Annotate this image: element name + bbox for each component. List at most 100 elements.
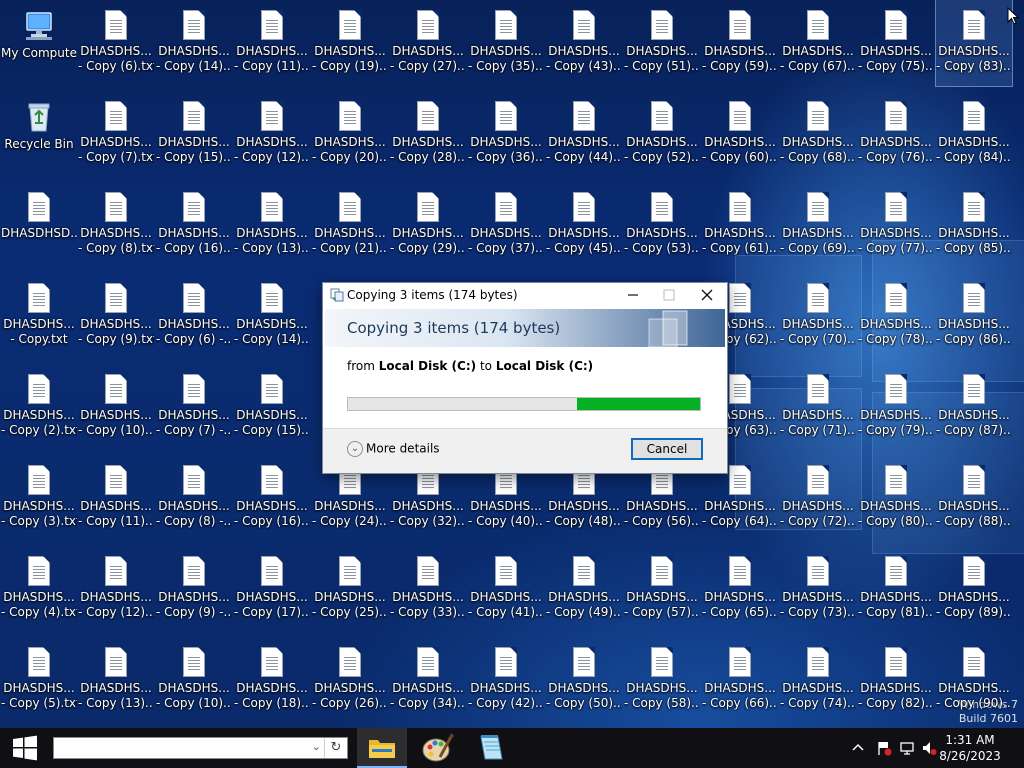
my-computer-desktop-icon[interactable]: My Computer — [1, 0, 77, 86]
chevron-up-icon[interactable] — [850, 740, 866, 756]
desktop-file-icon[interactable]: DHASDHS... - Copy (16)... — [156, 182, 232, 268]
desktop-file-icon[interactable]: DHASDHS... - Copy (7) -... — [156, 364, 232, 450]
desktop-file-icon[interactable]: DHASDHS... - Copy (14)... — [234, 273, 310, 359]
desktop-file-icon[interactable]: DHASDHS... - Copy (72)... — [780, 455, 856, 541]
desktop-file-icon[interactable]: DHASDHS... - Copy (50)... — [546, 637, 622, 723]
more-details-toggle[interactable]: ⌄ More details — [347, 441, 440, 457]
source-location[interactable]: Local Disk (C:) — [379, 359, 476, 373]
desktop-file-icon[interactable]: DHASDHS... - Copy (74)... — [780, 637, 856, 723]
desktop-file-icon[interactable]: DHASDHS... - Copy (18)... — [234, 637, 310, 723]
network-icon[interactable] — [899, 740, 915, 756]
taskbar-notepad[interactable] — [466, 728, 516, 768]
dialog-titlebar[interactable]: Copying 3 items (174 bytes) — [323, 283, 727, 307]
desktop-file-icon[interactable]: DHASDHS... - Copy (8) -... — [156, 455, 232, 541]
desktop-file-icon[interactable]: DHASDHS... - Copy (73)... — [780, 546, 856, 632]
desktop-file-icon[interactable]: DHASDHS... - Copy (58)... — [624, 637, 700, 723]
chevron-down-icon[interactable]: ⌄ — [312, 740, 321, 753]
desktop-file-icon[interactable]: DHASDHS... - Copy (8).txt — [78, 182, 154, 268]
desktop-file-icon[interactable]: DHASDHS... - Copy (85)... — [936, 182, 1012, 268]
desktop-file-icon[interactable]: DHASDHS... - Copy.txt — [1, 273, 77, 359]
desktop-file-icon[interactable]: DHASDHS... - Copy (5).txt — [1, 637, 77, 723]
desktop-file-icon[interactable]: DHASDHS... - Copy (90)... — [936, 637, 1012, 723]
start-button[interactable] — [0, 728, 50, 768]
desktop-file-icon[interactable]: DHASDHS... - Copy (43)... — [546, 0, 622, 86]
search-input[interactable] — [56, 739, 290, 757]
desktop-file-icon[interactable]: DHASDHS... - Copy (82)... — [858, 637, 934, 723]
desktop-file-icon[interactable]: DHASDHS... - Copy (80)... — [858, 455, 934, 541]
desktop-file-icon[interactable]: DHASDHS... - Copy (89)... — [936, 546, 1012, 632]
desktop-file-icon[interactable]: DHASDHS... - Copy (36)... — [468, 91, 544, 177]
desktop-file-icon[interactable]: DHASDHS... - Copy (51)... — [624, 0, 700, 86]
desktop-file-icon[interactable]: DHASDHS... - Copy (42)... — [468, 637, 544, 723]
desktop-file-icon[interactable]: DHASDHS... - Copy (2).txt — [1, 364, 77, 450]
flag-icon[interactable] — [876, 740, 892, 756]
desktop-file-icon[interactable]: DHASDHS... - Copy (69)... — [780, 182, 856, 268]
desktop-file-icon[interactable]: DHASDHS... - Copy (12)... — [234, 91, 310, 177]
maximize-button[interactable] — [651, 283, 687, 307]
desktop-file-icon[interactable]: DHASDHS... - Copy (20)... — [312, 91, 388, 177]
desktop-file-icon[interactable]: DHASDHS... - Copy (68)... — [780, 91, 856, 177]
desktop[interactable]: My Computer Recycle Bin Windows 7 Build … — [0, 0, 1024, 728]
desktop-file-icon[interactable]: DHASDHS... - Copy (86)... — [936, 273, 1012, 359]
desktop-file-icon[interactable]: DHASDHS... - Copy (6) -... — [156, 273, 232, 359]
desktop-file-icon[interactable]: DHASDHS... - Copy (9).txt — [78, 273, 154, 359]
taskbar-clock[interactable]: 1:31 AM 8/26/2023 — [938, 732, 1002, 764]
desktop-file-icon[interactable]: DHASDHS... - Copy (87)... — [936, 364, 1012, 450]
desktop-file-icon[interactable]: DHASDHS... - Copy (66)... — [702, 637, 778, 723]
desktop-file-icon[interactable]: DHASDHS... - Copy (11)... — [234, 0, 310, 86]
desktop-file-icon[interactable]: DHASDHS... - Copy (6).txt — [78, 0, 154, 86]
desktop-file-icon[interactable]: DHASDHS... - Copy (67)... — [780, 0, 856, 86]
desktop-file-icon[interactable]: DHASDHS... - Copy (10)... — [156, 637, 232, 723]
desktop-file-icon[interactable]: DHASDHS... - Copy (59)... — [702, 0, 778, 86]
refresh-icon[interactable]: ↻ — [324, 738, 347, 758]
desktop-file-icon[interactable]: DHASDHS... - Copy (9) -... — [156, 546, 232, 632]
desktop-file-icon[interactable]: DHASDHS... - Copy (52)... — [624, 91, 700, 177]
desktop-file-icon[interactable]: DHASDHS... - Copy (57)... — [624, 546, 700, 632]
desktop-file-icon[interactable]: DHASDHS... - Copy (53)... — [624, 182, 700, 268]
desktop-file-icon[interactable]: DHASDHS... - Copy (79)... — [858, 364, 934, 450]
desktop-file-icon[interactable]: DHASDHS... - Copy (75)... — [858, 0, 934, 86]
volume-icon[interactable] — [921, 740, 937, 756]
desktop-file-icon[interactable]: DHASDHS... - Copy (60)... — [702, 91, 778, 177]
desktop-file-icon[interactable]: DHASDHS... - Copy (16)... — [234, 455, 310, 541]
desktop-file-icon[interactable]: DHASDHS... - Copy (41)... — [468, 546, 544, 632]
desktop-file-icon[interactable]: DHASDHS... - Copy (71)... — [780, 364, 856, 450]
desktop-file-icon[interactable]: DHASDHS... - Copy (29)... — [390, 182, 466, 268]
copy-progress-dialog[interactable]: Copying 3 items (174 bytes) Copying 3 it… — [322, 282, 728, 474]
desktop-file-icon[interactable]: DHASDHS... - Copy (17)... — [234, 546, 310, 632]
desktop-file-icon[interactable]: DHASDHS... - Copy (4).txt — [1, 546, 77, 632]
desktop-file-icon[interactable]: DHASDHS... - Copy (84)... — [936, 91, 1012, 177]
desktop-file-icon[interactable]: DHASDHS... - Copy (81)... — [858, 546, 934, 632]
desktop-file-icon[interactable]: DHASDHS... - Copy (78)... — [858, 273, 934, 359]
minimize-button[interactable] — [615, 283, 651, 307]
desktop-file-icon[interactable]: DHASDHS... - Copy (76)... — [858, 91, 934, 177]
close-button[interactable] — [689, 283, 725, 307]
taskbar-search-box[interactable]: ⌄ ↻ — [53, 737, 348, 759]
desktop-file-icon[interactable]: DHASDHS... - Copy (13)... — [78, 637, 154, 723]
desktop-file-icon[interactable]: DHASDHS... - Copy (12)... — [78, 546, 154, 632]
desktop-file-icon[interactable]: DHASDHS... - Copy (77)... — [858, 182, 934, 268]
desktop-file-icon[interactable]: DHASDHS... - Copy (3).txt — [1, 455, 77, 541]
recycle-bin-desktop-icon[interactable]: Recycle Bin — [1, 91, 77, 177]
desktop-file-icon[interactable]: DHASDHS... - Copy (34)... — [390, 637, 466, 723]
desktop-file-icon[interactable]: DHASDHS... - Copy (13)... — [234, 182, 310, 268]
desktop-file-icon[interactable]: DHASDHS... - Copy (83)... — [935, 0, 1013, 87]
destination-location[interactable]: Local Disk (C:) — [496, 359, 593, 373]
desktop-file-icon[interactable]: DHASDHS... - Copy (19)... — [312, 0, 388, 86]
desktop-file-icon[interactable]: DHASDHS... - Copy (11)... — [78, 455, 154, 541]
desktop-file-icon[interactable]: DHASDHS... - Copy (44)... — [546, 91, 622, 177]
desktop-file-icon[interactable]: DHASDHS... - Copy (35)... — [468, 0, 544, 86]
desktop-file-icon[interactable]: DHASDHS... - Copy (14)... — [156, 0, 232, 86]
desktop-file-icon[interactable]: DHASDHS... - Copy (28)... — [390, 91, 466, 177]
desktop-file-icon[interactable]: DHASDHS... - Copy (65)... — [702, 546, 778, 632]
desktop-file-icon[interactable]: DHASDHS... - Copy (7).txt — [78, 91, 154, 177]
taskbar-file-explorer[interactable] — [357, 728, 407, 768]
desktop-file-icon[interactable]: DHASDHS... - Copy (15)... — [156, 91, 232, 177]
cancel-button[interactable]: Cancel — [631, 438, 703, 460]
desktop-file-icon[interactable]: DHASDHS... - Copy (70)... — [780, 273, 856, 359]
desktop-file-icon[interactable]: DHASDHS... - Copy (21)... — [312, 182, 388, 268]
desktop-file-icon[interactable]: DHASDHS... - Copy (10)... — [78, 364, 154, 450]
desktop-file-icon[interactable]: DHASDHS... - Copy (61)... — [702, 182, 778, 268]
desktop-file-icon[interactable]: DHASDHS... - Copy (49)... — [546, 546, 622, 632]
desktop-file-icon[interactable]: DHASDHSD... — [1, 182, 77, 268]
